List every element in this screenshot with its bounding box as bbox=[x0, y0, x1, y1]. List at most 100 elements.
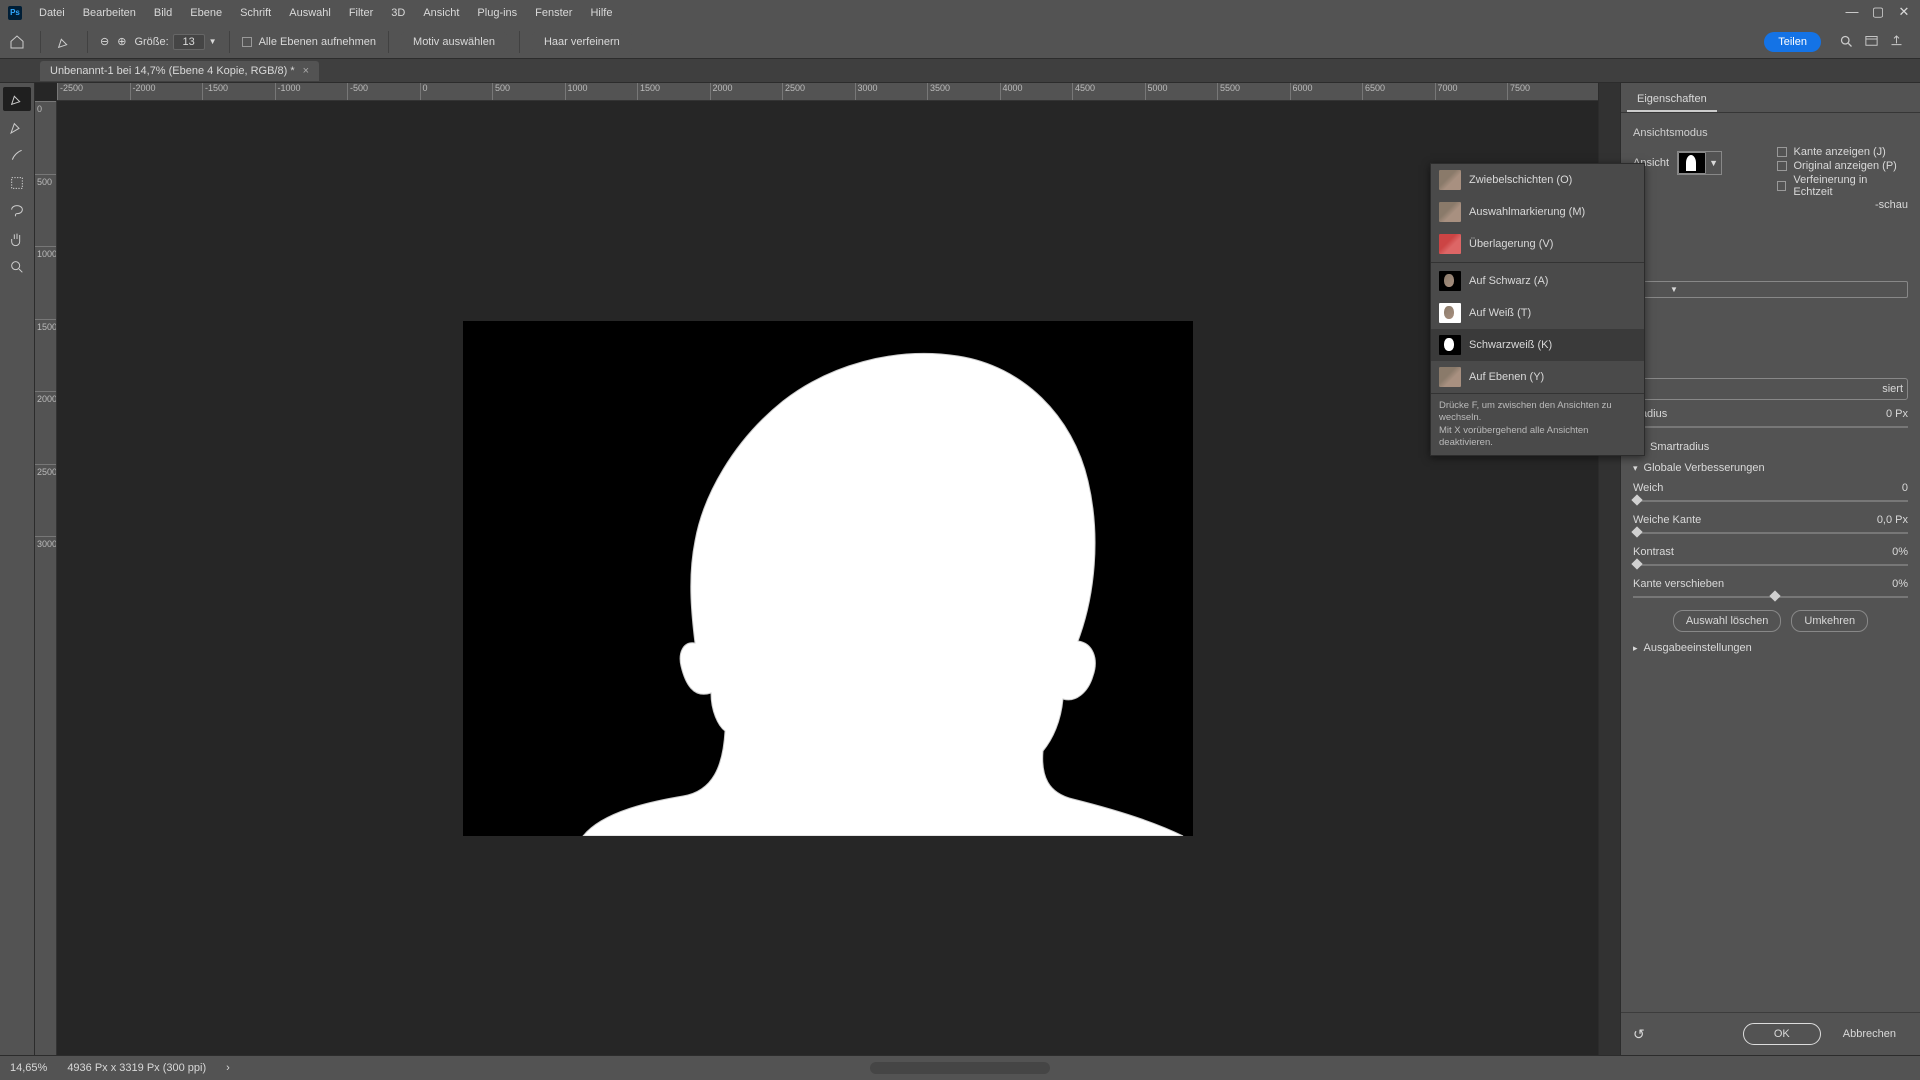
menu-filter[interactable]: Filter bbox=[340, 3, 382, 23]
show-original-checkbox[interactable]: Original anzeigen (P) bbox=[1777, 159, 1909, 173]
view-option[interactable]: Zwiebelschichten (O) bbox=[1431, 164, 1644, 196]
hq-preview-fragment: -schau bbox=[1633, 199, 1908, 211]
size-input[interactable]: 13 bbox=[173, 34, 205, 50]
view-option[interactable]: Überlagerung (V) bbox=[1431, 228, 1644, 260]
smooth-value: 0 bbox=[1902, 482, 1908, 494]
contrast-label: Kontrast bbox=[1633, 546, 1674, 558]
chevron-right-icon[interactable]: › bbox=[226, 1062, 230, 1074]
menu-window[interactable]: Fenster bbox=[526, 3, 581, 23]
menu-type[interactable]: Schrift bbox=[231, 3, 280, 23]
output-settings-header[interactable]: ▸Ausgabeeinstellungen bbox=[1633, 642, 1908, 654]
ruler-tick: 1500 bbox=[637, 83, 710, 100]
canvas[interactable] bbox=[463, 321, 1193, 836]
ruler-tick: 1000 bbox=[565, 83, 638, 100]
quick-select-tool[interactable] bbox=[3, 87, 31, 111]
hand-tool[interactable] bbox=[3, 227, 31, 251]
menu-help[interactable]: Hilfe bbox=[581, 3, 621, 23]
feather-slider[interactable] bbox=[1633, 532, 1908, 534]
view-mode-label: Ansichtsmodus bbox=[1633, 127, 1908, 139]
tool-preset-icon[interactable] bbox=[53, 31, 75, 53]
clear-selection-button[interactable]: Auswahl löschen bbox=[1673, 610, 1782, 632]
status-bar: 14,65% 4936 Px x 3319 Px (300 ppi) › bbox=[0, 1055, 1920, 1080]
zoom-in-icon[interactable]: ⊕ bbox=[117, 35, 126, 48]
smooth-slider[interactable] bbox=[1633, 500, 1908, 502]
sample-all-layers-checkbox[interactable]: Alle Ebenen aufnehmen bbox=[242, 35, 376, 49]
refine-hair-button[interactable]: Haar verfeinern bbox=[532, 32, 632, 52]
radius-slider[interactable] bbox=[1633, 426, 1908, 428]
chevron-down-icon[interactable]: ▼ bbox=[209, 37, 217, 46]
invert-button[interactable]: Umkehren bbox=[1791, 610, 1868, 632]
home-icon[interactable] bbox=[6, 31, 28, 53]
view-option[interactable]: Auf Schwarz (A) bbox=[1431, 265, 1644, 297]
close-tab-icon[interactable]: × bbox=[303, 65, 309, 77]
reset-icon[interactable]: ↺ bbox=[1633, 1026, 1645, 1043]
ruler-tick: -2000 bbox=[130, 83, 203, 100]
divider bbox=[519, 31, 520, 53]
smart-radius-checkbox[interactable]: Smartradius bbox=[1633, 440, 1908, 454]
contrast-slider[interactable] bbox=[1633, 564, 1908, 566]
view-option[interactable]: Auswahlmarkierung (M) bbox=[1431, 196, 1644, 228]
ok-button[interactable]: OK bbox=[1743, 1023, 1821, 1045]
maximize-icon[interactable]: ▢ bbox=[1868, 4, 1888, 20]
radius-value: 0 Px bbox=[1886, 408, 1908, 420]
menu-edit[interactable]: Bearbeiten bbox=[74, 3, 145, 23]
view-thumb-icon bbox=[1439, 271, 1461, 291]
menu-image[interactable]: Bild bbox=[145, 3, 181, 23]
workspace-icon[interactable] bbox=[1864, 34, 1879, 49]
ruler-tick: 2500 bbox=[782, 83, 855, 100]
view-thumb-icon bbox=[1439, 303, 1461, 323]
canvas-area: -2500-2000-1500-1000-5000500100015002000… bbox=[35, 83, 1598, 1055]
menu-select[interactable]: Auswahl bbox=[280, 3, 340, 23]
close-icon[interactable]: ✕ bbox=[1894, 4, 1914, 20]
view-thumb-icon bbox=[1439, 234, 1461, 254]
view-dropdown-hint: Drücke F, um zwischen den Ansichten zu w… bbox=[1431, 393, 1644, 455]
view-thumb-icon bbox=[1439, 170, 1461, 190]
view-option[interactable]: Auf Weiß (T) bbox=[1431, 297, 1644, 329]
view-option-label: Auf Schwarz (A) bbox=[1469, 275, 1548, 287]
ruler-tick: 3000 bbox=[35, 536, 56, 609]
document-tab[interactable]: Unbenannt-1 bei 14,7% (Ebene 4 Kopie, RG… bbox=[40, 61, 319, 81]
view-thumb-icon bbox=[1439, 367, 1461, 387]
select-subject-button[interactable]: Motiv auswählen bbox=[401, 32, 507, 52]
share-button[interactable]: Teilen bbox=[1764, 32, 1821, 52]
document-title: Unbenannt-1 bei 14,7% (Ebene 4 Kopie, RG… bbox=[50, 65, 295, 77]
properties-tab[interactable]: Eigenschaften bbox=[1627, 88, 1717, 112]
view-option[interactable]: Schwarzweiß (K) bbox=[1431, 329, 1644, 361]
ruler-tick: 4500 bbox=[1072, 83, 1145, 100]
ruler-vertical: 050010001500200025003000 bbox=[35, 101, 57, 1055]
global-refinements-header[interactable]: ▾Globale Verbesserungen bbox=[1633, 462, 1908, 474]
ruler-tick: -1500 bbox=[202, 83, 275, 100]
realtime-refine-checkbox[interactable]: Verfeinerung in Echtzeit bbox=[1777, 173, 1909, 199]
ruler-tick: 5000 bbox=[1145, 83, 1218, 100]
document-info: 4936 Px x 3319 Px (300 ppi) bbox=[67, 1062, 206, 1074]
minimize-icon[interactable]: — bbox=[1842, 4, 1862, 20]
horizontal-scrollbar[interactable] bbox=[870, 1062, 1050, 1074]
shift-edge-slider[interactable] bbox=[1633, 596, 1908, 598]
brush-tool[interactable] bbox=[3, 143, 31, 167]
menu-bar: Ps Datei Bearbeiten Bild Ebene Schrift A… bbox=[0, 0, 1920, 25]
export-icon[interactable] bbox=[1889, 34, 1904, 49]
object-aware-button[interactable]: siert bbox=[1633, 378, 1908, 400]
ruler-tick: 5500 bbox=[1217, 83, 1290, 100]
object-select-tool[interactable] bbox=[3, 171, 31, 195]
refine-edge-brush-tool[interactable] bbox=[3, 115, 31, 139]
cancel-button[interactable]: Abbrechen bbox=[1831, 1024, 1908, 1044]
view-thumbnail[interactable] bbox=[1678, 152, 1706, 174]
lasso-tool[interactable] bbox=[3, 199, 31, 223]
menu-3d[interactable]: 3D bbox=[382, 3, 414, 23]
mode-select[interactable]: ▼ bbox=[1633, 281, 1908, 298]
chevron-down-icon[interactable]: ▼ bbox=[1706, 158, 1721, 168]
view-option[interactable]: Auf Ebenen (Y) bbox=[1431, 361, 1644, 393]
ruler-tick: 500 bbox=[35, 174, 56, 247]
menu-view[interactable]: Ansicht bbox=[414, 3, 468, 23]
menu-file[interactable]: Datei bbox=[30, 3, 74, 23]
zoom-out-icon[interactable]: ⊖ bbox=[100, 35, 109, 48]
menu-layer[interactable]: Ebene bbox=[181, 3, 231, 23]
shift-edge-value: 0% bbox=[1892, 578, 1908, 590]
show-edge-checkbox[interactable]: Kante anzeigen (J) bbox=[1777, 145, 1909, 159]
search-icon[interactable] bbox=[1839, 34, 1854, 49]
divider bbox=[388, 31, 389, 53]
zoom-tool[interactable] bbox=[3, 255, 31, 279]
zoom-level[interactable]: 14,65% bbox=[10, 1062, 47, 1074]
menu-plugins[interactable]: Plug-ins bbox=[468, 3, 526, 23]
